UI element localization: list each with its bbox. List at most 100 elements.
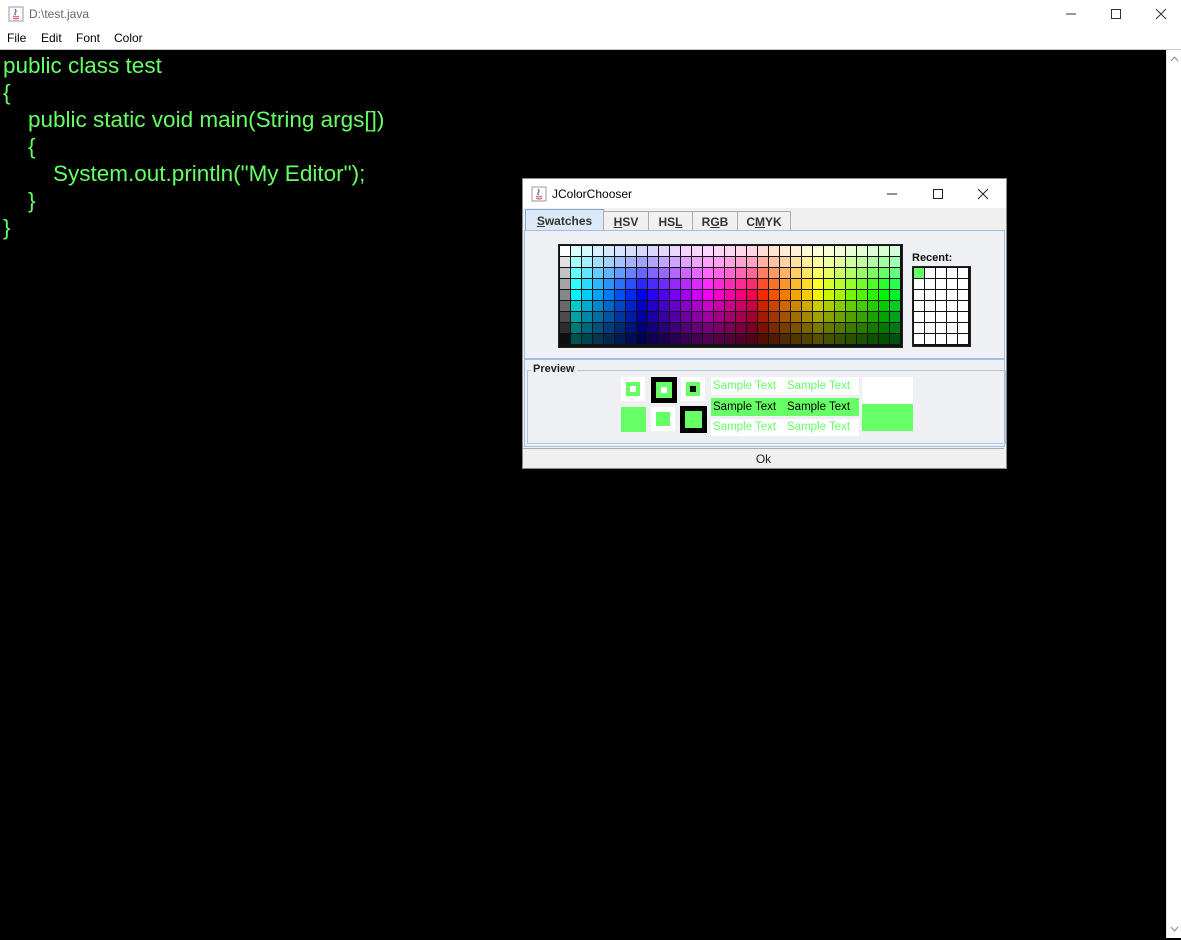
- color-swatch[interactable]: [692, 268, 702, 278]
- color-swatch[interactable]: [692, 323, 702, 333]
- color-swatch[interactable]: [813, 268, 823, 278]
- color-swatch[interactable]: [769, 257, 779, 267]
- recent-swatch[interactable]: [947, 290, 957, 300]
- color-swatch[interactable]: [758, 290, 768, 300]
- color-swatch[interactable]: [615, 334, 625, 344]
- color-swatch[interactable]: [835, 246, 845, 256]
- recent-swatch[interactable]: [947, 334, 957, 344]
- color-swatch[interactable]: [560, 279, 570, 289]
- color-swatch[interactable]: [560, 301, 570, 311]
- color-swatch[interactable]: [637, 279, 647, 289]
- color-swatch[interactable]: [703, 323, 713, 333]
- color-swatch[interactable]: [758, 257, 768, 267]
- recent-swatch[interactable]: [958, 268, 968, 278]
- color-swatch[interactable]: [769, 279, 779, 289]
- color-swatch[interactable]: [593, 323, 603, 333]
- color-swatch[interactable]: [835, 301, 845, 311]
- color-swatch[interactable]: [879, 334, 889, 344]
- color-swatch[interactable]: [835, 323, 845, 333]
- color-swatch[interactable]: [703, 290, 713, 300]
- color-swatch[interactable]: [571, 334, 581, 344]
- color-swatch[interactable]: [791, 246, 801, 256]
- recent-swatch[interactable]: [958, 323, 968, 333]
- color-swatch[interactable]: [681, 323, 691, 333]
- color-swatch[interactable]: [835, 290, 845, 300]
- color-swatch[interactable]: [615, 290, 625, 300]
- color-swatch[interactable]: [813, 312, 823, 322]
- color-swatch[interactable]: [582, 257, 592, 267]
- color-swatch[interactable]: [659, 268, 669, 278]
- recent-swatch[interactable]: [925, 334, 935, 344]
- tab-hsl[interactable]: HS L: [648, 211, 693, 231]
- color-swatch[interactable]: [758, 334, 768, 344]
- color-swatch[interactable]: [604, 301, 614, 311]
- color-swatch[interactable]: [857, 312, 867, 322]
- color-swatch[interactable]: [714, 257, 724, 267]
- color-swatch[interactable]: [648, 334, 658, 344]
- recent-swatch[interactable]: [925, 279, 935, 289]
- color-swatch[interactable]: [637, 323, 647, 333]
- color-swatch[interactable]: [791, 268, 801, 278]
- color-swatch[interactable]: [890, 279, 900, 289]
- color-swatch[interactable]: [758, 301, 768, 311]
- color-swatch[interactable]: [714, 290, 724, 300]
- color-swatch[interactable]: [824, 246, 834, 256]
- color-swatch[interactable]: [890, 257, 900, 267]
- color-swatch[interactable]: [890, 334, 900, 344]
- dialog-maximize-button[interactable]: [915, 179, 961, 208]
- color-swatch[interactable]: [835, 334, 845, 344]
- color-swatch[interactable]: [824, 334, 834, 344]
- color-swatch[interactable]: [681, 268, 691, 278]
- color-swatch[interactable]: [714, 323, 724, 333]
- color-swatch[interactable]: [758, 312, 768, 322]
- color-swatch[interactable]: [648, 290, 658, 300]
- color-swatch[interactable]: [692, 279, 702, 289]
- color-swatch[interactable]: [725, 334, 735, 344]
- color-swatch[interactable]: [571, 268, 581, 278]
- color-swatch[interactable]: [714, 268, 724, 278]
- color-swatch[interactable]: [890, 301, 900, 311]
- color-swatch[interactable]: [769, 312, 779, 322]
- color-swatch[interactable]: [725, 246, 735, 256]
- color-swatch[interactable]: [714, 301, 724, 311]
- color-swatch[interactable]: [637, 257, 647, 267]
- color-swatch[interactable]: [637, 268, 647, 278]
- color-swatch[interactable]: [648, 323, 658, 333]
- color-swatch[interactable]: [626, 257, 636, 267]
- color-swatch[interactable]: [857, 246, 867, 256]
- color-swatch[interactable]: [703, 312, 713, 322]
- color-swatch[interactable]: [659, 301, 669, 311]
- color-swatch[interactable]: [615, 268, 625, 278]
- color-swatch[interactable]: [879, 257, 889, 267]
- color-swatch[interactable]: [604, 279, 614, 289]
- color-swatch[interactable]: [714, 279, 724, 289]
- recent-swatch[interactable]: [936, 312, 946, 322]
- color-swatch[interactable]: [802, 290, 812, 300]
- color-swatch[interactable]: [703, 279, 713, 289]
- color-swatch[interactable]: [857, 323, 867, 333]
- color-swatch[interactable]: [879, 279, 889, 289]
- color-swatch[interactable]: [846, 257, 856, 267]
- recent-swatch[interactable]: [958, 290, 968, 300]
- recent-grid[interactable]: [912, 266, 971, 347]
- recent-swatch[interactable]: [914, 268, 924, 278]
- color-swatch[interactable]: [637, 301, 647, 311]
- color-swatch[interactable]: [824, 257, 834, 267]
- color-swatch[interactable]: [626, 323, 636, 333]
- color-swatch[interactable]: [692, 290, 702, 300]
- color-swatch[interactable]: [780, 246, 790, 256]
- color-swatch[interactable]: [791, 257, 801, 267]
- recent-swatch[interactable]: [936, 290, 946, 300]
- color-swatch[interactable]: [725, 312, 735, 322]
- minimize-button[interactable]: [1048, 0, 1094, 28]
- color-swatch[interactable]: [648, 279, 658, 289]
- color-swatch[interactable]: [769, 246, 779, 256]
- color-swatch[interactable]: [648, 257, 658, 267]
- color-swatch[interactable]: [879, 312, 889, 322]
- color-swatch[interactable]: [879, 323, 889, 333]
- color-swatch[interactable]: [692, 334, 702, 344]
- color-swatch[interactable]: [846, 334, 856, 344]
- color-swatch[interactable]: [747, 246, 757, 256]
- color-swatch[interactable]: [582, 334, 592, 344]
- color-swatch[interactable]: [791, 334, 801, 344]
